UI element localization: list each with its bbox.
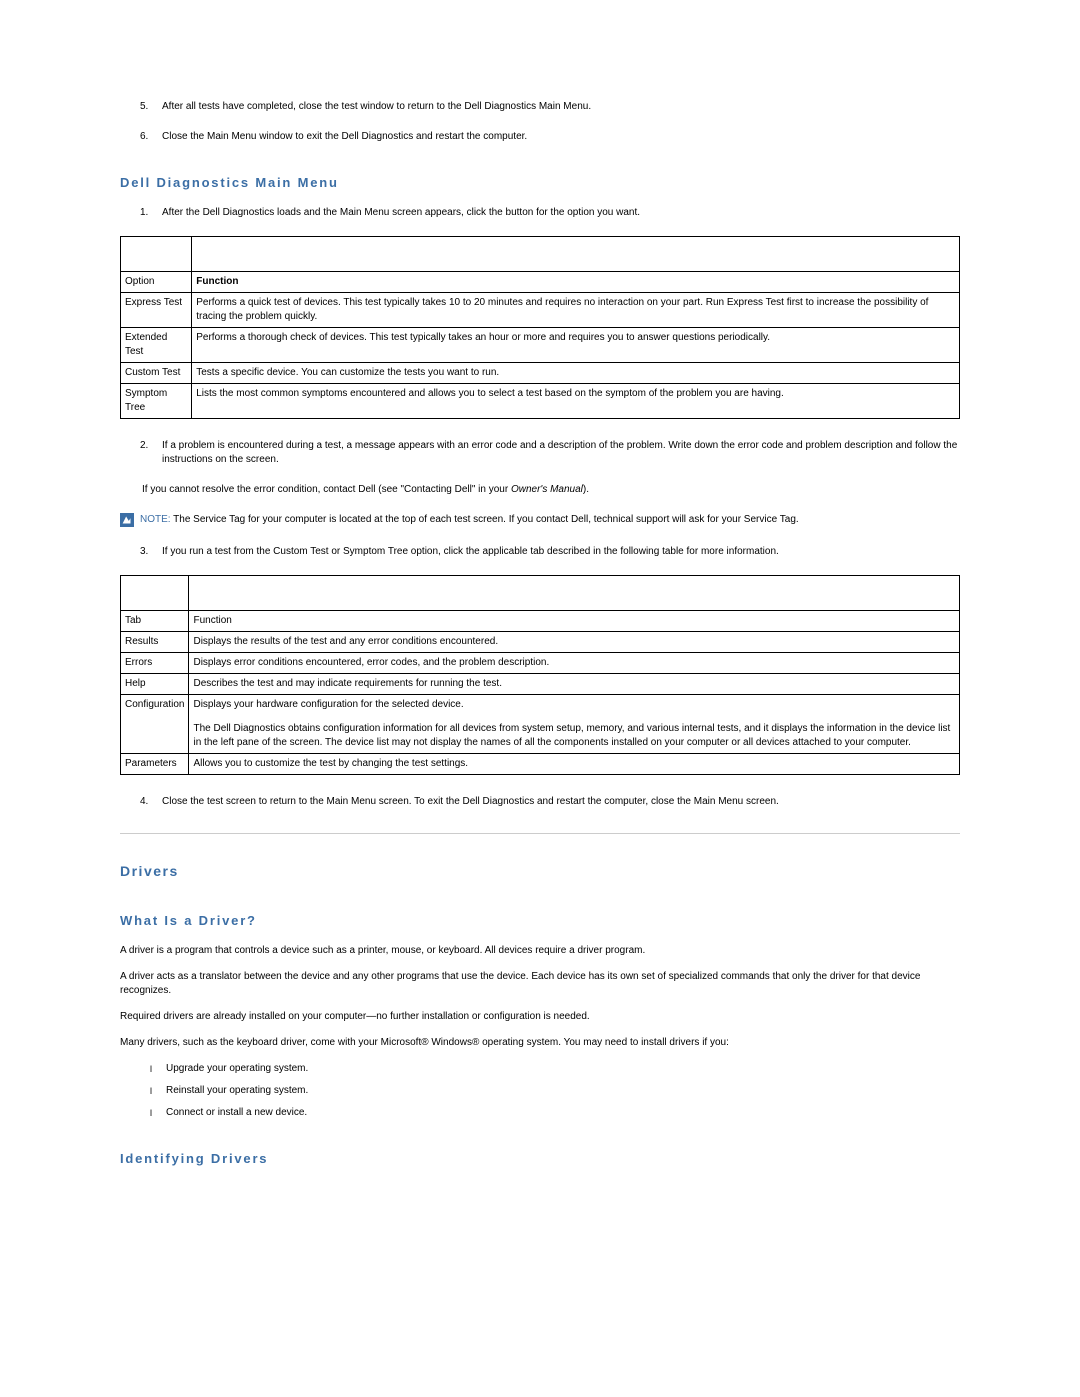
intro-list: 5. After all tests have completed, close… (120, 100, 960, 144)
bullet-item: l Reinstall your operating system. (150, 1084, 960, 1098)
list-num: 3. (140, 545, 162, 559)
cell-function: Describes the test and may indicate requ… (189, 674, 960, 695)
list-num: 5. (140, 100, 162, 114)
list-item: 1. After the Dell Diagnostics loads and … (140, 206, 960, 220)
col-header-tab: Tab (121, 611, 189, 632)
table-row: Errors Displays error conditions encount… (121, 653, 960, 674)
bullet-mark: l (150, 1106, 166, 1120)
paragraph: Many drivers, such as the keyboard drive… (120, 1036, 960, 1050)
bullet-mark: l (150, 1062, 166, 1076)
note-icon (120, 513, 134, 527)
table-row: Symptom Tree Lists the most common sympt… (121, 384, 960, 419)
list-item: 3. If you run a test from the Custom Tes… (140, 545, 960, 559)
bullet-mark: l (150, 1084, 166, 1098)
note-block: NOTE: The Service Tag for your computer … (120, 513, 960, 527)
table-row: Custom Test Tests a specific device. You… (121, 363, 960, 384)
col-header-function: Function (192, 272, 960, 293)
heading-what-is-driver: What Is a Driver? (120, 912, 960, 930)
cell-function: Lists the most common symptoms encounter… (192, 384, 960, 419)
list-text: After the Dell Diagnostics loads and the… (162, 206, 640, 220)
cell-tab: Configuration (121, 695, 189, 754)
heading-identifying-drivers: Identifying Drivers (120, 1150, 960, 1168)
note-label: NOTE: (140, 514, 171, 525)
col-header-option: Option (121, 272, 192, 293)
list-text: Close the Main Menu window to exit the D… (162, 130, 527, 144)
table-header-row: Option Function (121, 272, 960, 293)
table-row: Express Test Performs a quick test of de… (121, 293, 960, 328)
bullet-text: Upgrade your operating system. (166, 1062, 308, 1076)
list-item: 4. Close the test screen to return to th… (140, 795, 960, 809)
bullet-text: Reinstall your operating system. (166, 1084, 308, 1098)
table-row: Parameters Allows you to customize the t… (121, 754, 960, 775)
cell-function: Displays your hardware configuration for… (189, 695, 960, 754)
divider (120, 833, 960, 834)
cell-tab: Parameters (121, 754, 189, 775)
table-row: Extended Test Performs a thorough check … (121, 328, 960, 363)
cell-function: Displays the results of the test and any… (189, 632, 960, 653)
cell-function: Tests a specific device. You can customi… (192, 363, 960, 384)
list-num: 2. (140, 439, 162, 467)
cell-option: Extended Test (121, 328, 192, 363)
step2-followup: If you cannot resolve the error conditio… (142, 483, 960, 497)
list-text: If you run a test from the Custom Test o… (162, 545, 779, 559)
owners-manual-ref: Owner's Manual (511, 484, 583, 495)
table-row: Results Displays the results of the test… (121, 632, 960, 653)
paragraph: Required drivers are already installed o… (120, 1010, 960, 1024)
cell-function: Performs a quick test of devices. This t… (192, 293, 960, 328)
cell-function: Allows you to customize the test by chan… (189, 754, 960, 775)
heading-main-menu: Dell Diagnostics Main Menu (120, 174, 960, 192)
options-table: Option Function Express Test Performs a … (120, 236, 960, 419)
bullet-item: l Upgrade your operating system. (150, 1062, 960, 1076)
cell-para: The Dell Diagnostics obtains configurati… (193, 722, 955, 750)
list-item: 2. If a problem is encountered during a … (140, 439, 960, 467)
tabs-table: Tab Function Results Displays the result… (120, 575, 960, 775)
list-num: 6. (140, 130, 162, 144)
heading-drivers: Drivers (120, 862, 960, 882)
paragraph: A driver is a program that controls a de… (120, 944, 960, 958)
cell-tab: Errors (121, 653, 189, 674)
cell-function: Displays error conditions encountered, e… (189, 653, 960, 674)
note-body: NOTE: The Service Tag for your computer … (140, 513, 799, 527)
list-item: 5. After all tests have completed, close… (140, 100, 960, 114)
list-item: 6. Close the Main Menu window to exit th… (140, 130, 960, 144)
text: ). (583, 484, 589, 495)
list-text: Close the test screen to return to the M… (162, 795, 779, 809)
bullet-text: Connect or install a new device. (166, 1106, 307, 1120)
cell-tab: Results (121, 632, 189, 653)
table-row: Help Describes the test and may indicate… (121, 674, 960, 695)
cell-option: Symptom Tree (121, 384, 192, 419)
cell-function: Performs a thorough check of devices. Th… (192, 328, 960, 363)
list-num: 4. (140, 795, 162, 809)
text: If you cannot resolve the error conditio… (142, 484, 511, 495)
paragraph: A driver acts as a translator between th… (120, 970, 960, 998)
cell-tab: Help (121, 674, 189, 695)
table-row: Configuration Displays your hardware con… (121, 695, 960, 754)
driver-bullet-list: l Upgrade your operating system. l Reins… (120, 1062, 960, 1120)
list-num: 1. (140, 206, 162, 220)
table-header-row: Tab Function (121, 611, 960, 632)
cell-option: Express Test (121, 293, 192, 328)
list-text: After all tests have completed, close th… (162, 100, 591, 114)
col-header-function: Function (189, 611, 960, 632)
bullet-item: l Connect or install a new device. (150, 1106, 960, 1120)
note-text: The Service Tag for your computer is loc… (171, 514, 799, 525)
cell-para: Displays your hardware configuration for… (193, 698, 955, 712)
cell-option: Custom Test (121, 363, 192, 384)
list-text: If a problem is encountered during a tes… (162, 439, 960, 467)
